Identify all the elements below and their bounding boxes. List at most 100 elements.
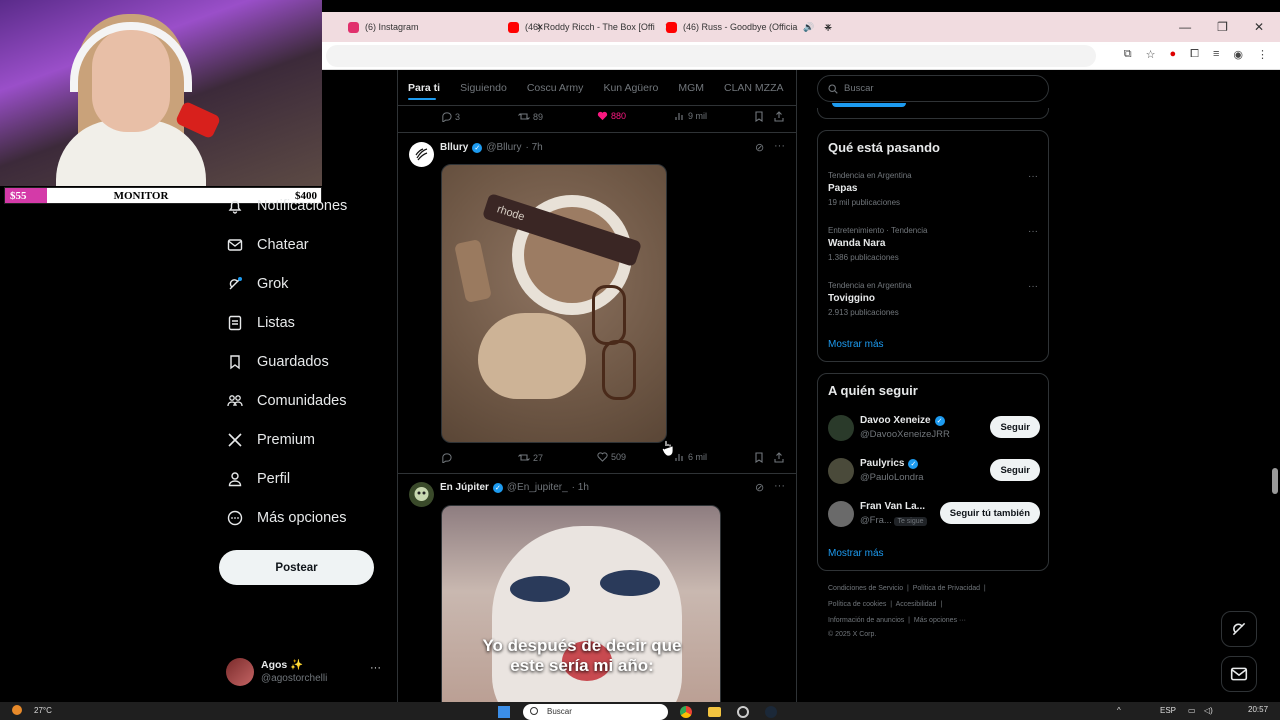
tab-coscu-army[interactable]: Coscu Army xyxy=(517,82,594,94)
bookmark-action-icon[interactable] xyxy=(754,452,764,463)
x-logo-icon xyxy=(226,431,244,449)
more-icon[interactable]: ··· xyxy=(1028,226,1038,237)
volume-icon[interactable]: ◁) xyxy=(1204,706,1213,715)
footer-link[interactable]: Más opciones ··· xyxy=(914,617,966,624)
show-more-trends-link[interactable]: Mostrar más xyxy=(828,339,884,350)
network-icon[interactable]: ▭ xyxy=(1188,706,1196,715)
views-button[interactable]: 6 mil xyxy=(675,452,707,462)
nav-item-premium[interactable]: Premium xyxy=(226,431,315,449)
repost-button[interactable]: 89 xyxy=(518,111,543,122)
footer-link[interactable]: Accesibilidad xyxy=(896,601,937,608)
weather-icon[interactable] xyxy=(12,705,22,715)
post-button[interactable]: Postear xyxy=(219,550,374,585)
install-icon[interactable]: ⧉ xyxy=(1124,48,1132,61)
url-field[interactable] xyxy=(326,45,1096,67)
tweet-author-name[interactable]: Bllury xyxy=(440,142,468,153)
tweet-author-handle[interactable]: @En_jupiter_ xyxy=(507,482,568,493)
more-icon[interactable]: ··· xyxy=(370,662,381,674)
extension-red-icon[interactable]: ● xyxy=(1170,48,1177,61)
grok-explain-icon[interactable]: ⊘ xyxy=(755,141,764,154)
new-tab-button[interactable]: + xyxy=(824,12,832,42)
tweet-author-handle[interactable]: @Bllury xyxy=(486,142,521,153)
trend-item[interactable]: Tendencia en Argentina Toviggino 2.913 p… xyxy=(828,281,1040,317)
tab-clan-mzza[interactable]: CLAN MZZA xyxy=(714,82,794,94)
star-icon[interactable]: ☆ xyxy=(1146,48,1156,61)
more-icon[interactable]: ··· xyxy=(1028,281,1038,292)
grok-float-button[interactable] xyxy=(1221,611,1257,647)
restore-button[interactable]: ❐ xyxy=(1217,20,1228,34)
puzzle-icon[interactable]: ⧠ xyxy=(1190,48,1199,61)
follow-button[interactable]: Seguir xyxy=(990,416,1040,438)
like-button[interactable]: 880 xyxy=(597,111,626,121)
footer-link[interactable]: Política de cookies xyxy=(828,601,886,608)
more-icon[interactable]: ··· xyxy=(1028,171,1038,182)
tab-siguiendo[interactable]: Siguiendo xyxy=(450,82,517,94)
footer-link[interactable]: Información de anuncios xyxy=(828,617,904,624)
account-switcher[interactable]: Agos ✨ @agostorchelli ··· xyxy=(226,656,386,688)
nav-item-lists[interactable]: Listas xyxy=(226,314,295,332)
tweet-image[interactable]: rhode xyxy=(441,164,667,443)
nav-item-chat[interactable]: Chatear xyxy=(226,236,309,254)
nav-item-notifications[interactable]: Notificaciones xyxy=(226,197,347,215)
chrome-icon[interactable] xyxy=(680,706,692,718)
eye-paint-shape xyxy=(510,576,570,602)
tweet-video[interactable]: Yo después de decir que este sería mi añ… xyxy=(441,505,721,720)
nav-item-grok[interactable]: Grok xyxy=(226,275,288,293)
more-icon[interactable]: ··· xyxy=(774,140,785,152)
reply-button[interactable] xyxy=(441,452,455,463)
eye-paint-shape xyxy=(600,570,660,596)
reading-list-icon[interactable]: ≡ xyxy=(1213,48,1219,61)
follow-back-button[interactable]: Seguir tú también xyxy=(939,502,1040,524)
file-explorer-icon[interactable] xyxy=(708,707,721,717)
page-scrollbar[interactable] xyxy=(1270,70,1280,702)
follow-suggestion[interactable]: Fran Van La... @Fra... Te sigue Seguir t… xyxy=(828,501,1040,529)
weather-temp[interactable]: 27°C xyxy=(34,706,52,715)
tweet-author-name[interactable]: En Júpiter xyxy=(440,482,489,493)
share-icon[interactable] xyxy=(774,452,784,463)
taskbar-search-input[interactable]: Buscar xyxy=(523,704,668,720)
bookmark-action-icon[interactable] xyxy=(754,111,764,122)
footer-link[interactable]: Condiciones de Servicio xyxy=(828,585,903,592)
webcam-overlay xyxy=(0,0,322,186)
tweet-time[interactable]: · 1h xyxy=(572,482,589,493)
scrollbar-thumb[interactable] xyxy=(1272,468,1278,494)
show-more-follow-link[interactable]: Mostrar más xyxy=(828,548,884,559)
windows-start-icon[interactable] xyxy=(498,706,510,718)
profile-avatar-icon[interactable]: ◉ xyxy=(1233,48,1243,61)
footer-link[interactable]: Política de Privacidad xyxy=(913,585,980,592)
steam-icon[interactable] xyxy=(765,706,777,718)
clock-time[interactable]: 20:57 xyxy=(1248,705,1268,714)
like-button[interactable]: 509 xyxy=(597,452,626,462)
tab-para-ti[interactable]: Para ti xyxy=(398,82,450,94)
follow-suggestion[interactable]: Paulyrics ✓ @PauloLondra Seguir xyxy=(828,458,1040,486)
views-button[interactable]: 9 mil xyxy=(675,111,707,121)
tab-kun-aguero[interactable]: Kun Agüero xyxy=(593,82,668,94)
browser-tab-russ[interactable]: (46) Russ - Goodbye (Officia 🔊 × xyxy=(666,12,832,42)
nav-item-more-options[interactable]: Más opciones xyxy=(226,509,346,527)
minimize-button[interactable]: — xyxy=(1179,20,1191,34)
share-icon[interactable] xyxy=(774,111,784,122)
tab-mgm[interactable]: MGM xyxy=(668,82,714,94)
avatar[interactable] xyxy=(409,142,434,167)
more-icon[interactable]: ··· xyxy=(774,480,785,492)
tweet-time[interactable]: · 7h xyxy=(526,142,543,153)
language-indicator[interactable]: ESP xyxy=(1160,706,1176,715)
trend-item[interactable]: Entretenimiento · Tendencia Wanda Nara 1… xyxy=(828,226,1040,262)
follow-suggestion[interactable]: Davoo Xeneize ✓ @DavooXeneizeJRR Seguir xyxy=(828,415,1040,443)
nav-item-profile[interactable]: Perfil xyxy=(226,470,290,488)
browser-tab-roddy[interactable]: (46) Roddy Ricch - The Box [Offi × xyxy=(508,12,672,42)
close-window-button[interactable]: ✕ xyxy=(1254,20,1264,34)
trend-item[interactable]: Tendencia en Argentina Papas 19 mil publ… xyxy=(828,171,1040,207)
repost-button[interactable]: 27 xyxy=(518,452,543,463)
follow-button[interactable]: Seguir xyxy=(990,459,1040,481)
menu-dots-icon[interactable]: ⋮ xyxy=(1257,48,1268,61)
obs-icon[interactable] xyxy=(737,706,749,718)
search-input[interactable]: Buscar xyxy=(817,75,1049,102)
messages-float-button[interactable] xyxy=(1221,656,1257,692)
avatar[interactable] xyxy=(409,482,434,507)
grok-explain-icon[interactable]: ⊘ xyxy=(755,481,764,494)
chevron-up-icon[interactable]: ^ xyxy=(1117,706,1121,715)
nav-item-bookmarks[interactable]: Guardados xyxy=(226,353,329,371)
reply-button[interactable]: 3 xyxy=(441,111,460,122)
nav-item-communities[interactable]: Comunidades xyxy=(226,392,346,410)
